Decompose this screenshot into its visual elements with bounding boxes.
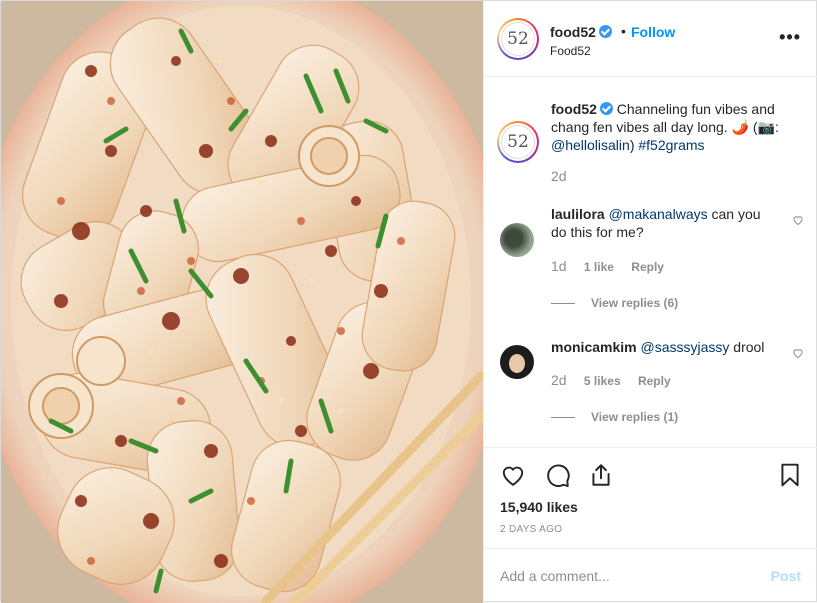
- follow-button[interactable]: Follow: [631, 24, 675, 40]
- post-comment-button[interactable]: Post: [771, 568, 801, 584]
- food-image: [1, 1, 483, 603]
- instagram-post-card: 52 food52 • Follow Food52 ••• 52 food52 …: [0, 0, 817, 603]
- comment-meta: 1d 1 like Reply: [551, 258, 678, 274]
- author-subname: Food52: [550, 44, 591, 58]
- verified-badge-icon: [598, 25, 612, 38]
- comment-icon[interactable]: [545, 462, 571, 488]
- post-details-panel: 52 food52 • Follow Food52 ••• 52 food52 …: [483, 1, 817, 603]
- comment-body: drool: [729, 339, 765, 355]
- add-comment-input[interactable]: [500, 566, 750, 586]
- author-username[interactable]: food52: [550, 24, 612, 40]
- food52-logo: 52: [501, 125, 535, 159]
- caption-avatar[interactable]: 52: [497, 121, 539, 163]
- view-replies-label[interactable]: View replies (1): [591, 410, 678, 424]
- comment-avatar[interactable]: [500, 223, 534, 257]
- reply-button[interactable]: Reply: [638, 374, 671, 388]
- caption-time[interactable]: 2d: [551, 168, 567, 184]
- comment-meta: 2d 5 likes Reply: [551, 372, 685, 388]
- comment-like-heart-icon[interactable]: [792, 347, 804, 359]
- add-comment-bar: Post: [484, 548, 817, 603]
- view-replies-label[interactable]: View replies (6): [591, 296, 678, 310]
- comment-likes-count[interactable]: 5 likes: [584, 374, 621, 388]
- author-username-text[interactable]: food52: [550, 24, 596, 40]
- comment-username[interactable]: monicamkim: [551, 339, 637, 355]
- replies-divider-line: [551, 417, 575, 419]
- caption-text: food52 Channeling fun vibes and chang fe…: [551, 100, 801, 154]
- separator-dot: •: [621, 23, 626, 39]
- comment-username[interactable]: laulilora: [551, 206, 605, 222]
- post-actions: 15,940 likes 2 DAYS AGO Post: [484, 447, 817, 602]
- comment-mention-link[interactable]: @sasssyjassy: [640, 339, 729, 355]
- verified-badge-icon: [599, 102, 613, 115]
- caption-hashtag-link[interactable]: #f52grams: [638, 137, 704, 153]
- post-header: 52 food52 • Follow Food52 •••: [484, 1, 817, 77]
- post-photo[interactable]: [1, 1, 483, 603]
- share-icon[interactable]: [588, 462, 614, 488]
- author-avatar[interactable]: 52: [497, 18, 539, 60]
- comment-mention-link[interactable]: @makanalways: [609, 206, 708, 222]
- post-timestamp[interactable]: 2 DAYS AGO: [500, 524, 562, 535]
- comment-text: laulilora @makanalways can you do this f…: [551, 205, 776, 241]
- view-replies-button[interactable]: View replies (6): [551, 296, 678, 310]
- replies-divider-line: [551, 303, 575, 305]
- comment-like-heart-icon[interactable]: [792, 214, 804, 226]
- caption-username[interactable]: food52: [551, 101, 597, 117]
- bookmark-icon[interactable]: [777, 462, 803, 488]
- food52-logo: 52: [501, 22, 535, 56]
- comment-time[interactable]: 2d: [551, 372, 567, 388]
- heart-icon[interactable]: [500, 462, 526, 488]
- comment-likes-count[interactable]: 1 like: [584, 260, 614, 274]
- comment-text: monicamkim @sasssyjassy drool: [551, 338, 776, 356]
- reply-button[interactable]: Reply: [631, 260, 664, 274]
- more-options-button[interactable]: •••: [779, 27, 801, 48]
- caption-mention-link[interactable]: @hellolisalin: [551, 137, 630, 153]
- comment-time[interactable]: 1d: [551, 258, 567, 274]
- view-replies-button[interactable]: View replies (1): [551, 410, 678, 424]
- comment-avatar[interactable]: [500, 345, 534, 379]
- like-count[interactable]: 15,940 likes: [500, 499, 578, 515]
